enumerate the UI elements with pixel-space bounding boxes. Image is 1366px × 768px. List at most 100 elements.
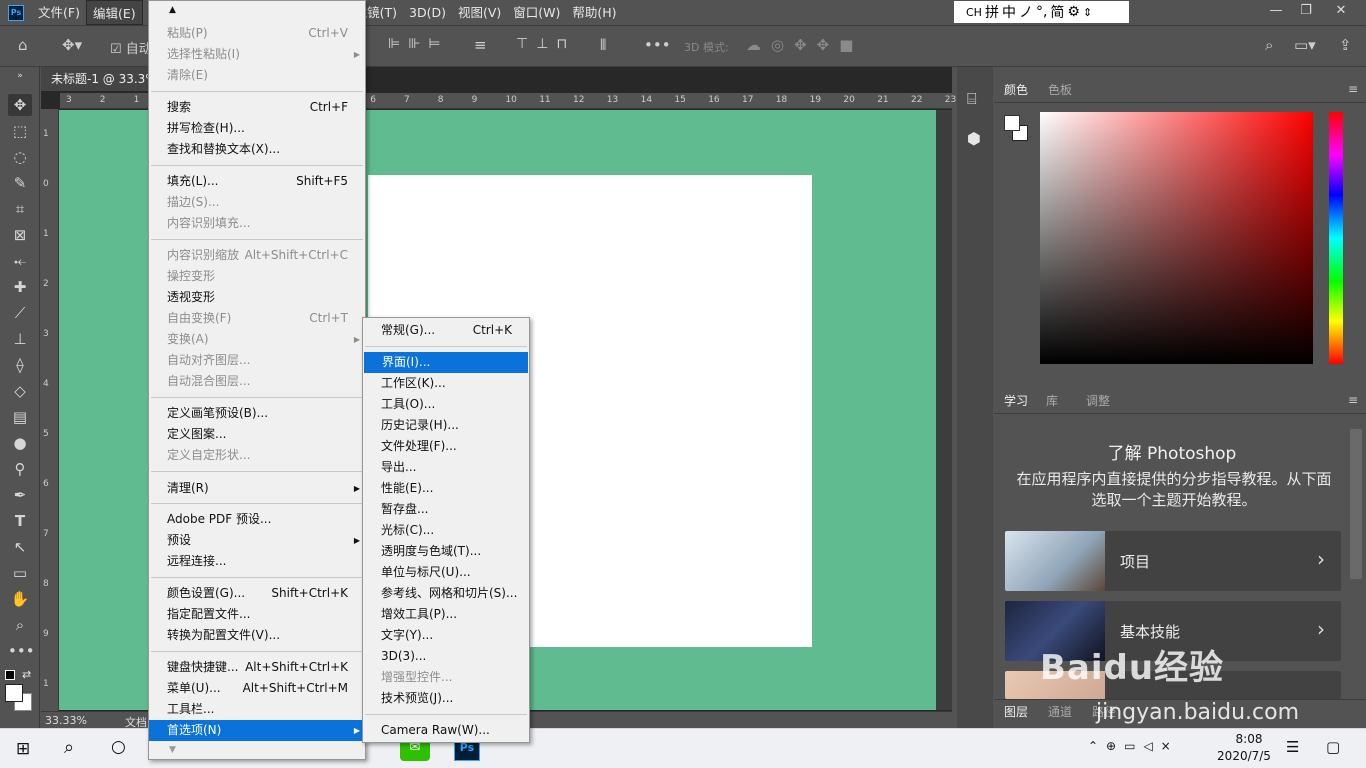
- dodge-tool-icon[interactable]: ⚲: [8, 458, 32, 480]
- preferences-item[interactable]: 透明度与色域(T)...: [363, 541, 529, 562]
- edit-menu-item[interactable]: 透视变形: [149, 287, 365, 308]
- preferences-item[interactable]: 常规(G)... Ctrl+K: [363, 320, 529, 341]
- edit-menu-item[interactable]: 菜单(U)... Alt+Shift+Ctrl+M: [149, 678, 365, 699]
- edit-menu-item[interactable]: Adobe PDF 预设...: [149, 509, 365, 530]
- edit-menu-item[interactable]: 指定配置文件...: [149, 604, 365, 625]
- eyedropper-tool-icon[interactable]: ⤝: [8, 250, 32, 272]
- eraser-tool-icon[interactable]: ◇: [8, 380, 32, 402]
- auto-select-checkbox[interactable]: ☑ 自动: [110, 38, 152, 57]
- task-view-icon[interactable]: ○: [111, 737, 126, 757]
- preferences-item[interactable]: 暂存盘...: [363, 499, 529, 520]
- ime-ch[interactable]: CH: [966, 6, 982, 19]
- move-tool-icon[interactable]: ✥: [8, 94, 32, 116]
- menu-help[interactable]: 帮助(H): [566, 0, 622, 25]
- ime-simplified[interactable]: 简: [1050, 2, 1064, 22]
- more-options-icon[interactable]: •••: [644, 36, 671, 54]
- preferences-item[interactable]: 文件处理(F)...: [363, 436, 529, 457]
- hand-tool-icon[interactable]: ✋: [8, 588, 32, 610]
- stamp-tool-icon[interactable]: ⊥: [8, 328, 32, 350]
- preferences-item[interactable]: 历史记录(H)...: [363, 415, 529, 436]
- quick-select-tool-icon[interactable]: ✎: [8, 172, 32, 194]
- menu-edit[interactable]: 编辑(E): [85, 0, 143, 25]
- action-center-icon[interactable]: ▢: [1326, 738, 1340, 756]
- edit-menu-item[interactable]: 预设 ▶: [149, 530, 365, 551]
- tab-layers[interactable]: 图层: [994, 700, 1039, 724]
- tab-color[interactable]: 颜色: [994, 78, 1039, 102]
- panel-menu-icon[interactable]: ≡: [1348, 393, 1358, 407]
- preferences-item[interactable]: Camera Raw(W)...: [363, 720, 529, 741]
- tab-swatches[interactable]: 色板: [1038, 78, 1082, 102]
- align-icons[interactable]: ⊫⊪⊨: [388, 36, 449, 52]
- align-vertical-icons[interactable]: ⊤⊥⊓: [516, 36, 575, 52]
- preferences-item[interactable]: 参考线、网格和切片(S)...: [363, 583, 529, 604]
- healing-tool-icon[interactable]: ✚: [8, 276, 32, 298]
- ime-chinese[interactable]: 中: [1002, 2, 1016, 22]
- preferences-item[interactable]: 界面(I)...: [364, 352, 528, 373]
- panel-menu-icon[interactable]: ≡: [1348, 82, 1358, 96]
- edit-menu-item[interactable]: 远程连接...: [149, 551, 365, 572]
- collapse-toolbox-icon[interactable]: »: [8, 71, 32, 81]
- preferences-item[interactable]: 文字(Y)...: [363, 625, 529, 646]
- menu-3d[interactable]: 3D(D): [403, 0, 452, 25]
- search-icon[interactable]: ⌕: [1265, 36, 1273, 54]
- preferences-item[interactable]: 技术预览(J)...: [363, 688, 529, 709]
- notes-icon[interactable]: ☰: [1286, 738, 1299, 756]
- home-icon[interactable]: ⌂: [18, 36, 28, 54]
- brush-tool-icon[interactable]: ⟋: [8, 302, 32, 324]
- shape-tool-icon[interactable]: ▭: [8, 562, 32, 584]
- preferences-item[interactable]: 增效工具(P)...: [363, 604, 529, 625]
- edit-menu-item[interactable]: 填充(L)... Shift+F5: [149, 171, 365, 192]
- marquee-tool-icon[interactable]: ⬚: [8, 120, 32, 142]
- vertical-scrollbar[interactable]: [936, 110, 952, 710]
- windows-start-icon[interactable]: ⊞: [16, 739, 30, 759]
- taskbar-search-icon[interactable]: ⌕: [64, 737, 74, 758]
- gradient-tool-icon[interactable]: ▤: [8, 406, 32, 428]
- distribute-h-icon[interactable]: ⫴: [600, 36, 606, 54]
- restore-icon[interactable]: ❐: [1289, 0, 1323, 22]
- ime-settings-icon[interactable]: ⚙: [1067, 4, 1080, 20]
- tab-libraries[interactable]: 库: [1036, 389, 1068, 413]
- zoom-level[interactable]: 33.33%: [45, 714, 87, 727]
- lasso-tool-icon[interactable]: ◌: [8, 146, 32, 168]
- preferences-item[interactable]: 导出...: [363, 457, 529, 478]
- menu-file[interactable]: 文件(F): [32, 0, 86, 25]
- more-tools-icon[interactable]: •••: [8, 640, 35, 662]
- foreground-color-swatch[interactable]: [5, 684, 23, 702]
- 3d-mode-icons[interactable]: ☁◎✥✥■: [746, 36, 863, 54]
- crop-tool-icon[interactable]: ⌗: [8, 198, 32, 220]
- scroll-down-arrow-icon[interactable]: ▼: [169, 745, 176, 755]
- blur-tool-icon[interactable]: ●: [8, 432, 32, 454]
- edit-menu-item[interactable]: 查找和替换文本(X)...: [149, 139, 365, 160]
- edit-menu-item[interactable]: 拼写检查(H)...: [149, 118, 365, 139]
- edit-menu-item[interactable]: 颜色设置(G)... Shift+Ctrl+K: [149, 583, 365, 604]
- edit-menu-item[interactable]: 键盘快捷键... Alt+Shift+Ctrl+K: [149, 657, 365, 678]
- preferences-item[interactable]: 3D(3)...: [363, 646, 529, 667]
- edit-menu-item[interactable]: 搜索 Ctrl+F: [149, 97, 365, 118]
- pen-tool-icon[interactable]: ✒: [8, 484, 32, 506]
- edit-menu-item[interactable]: 定义图案...: [149, 424, 365, 445]
- scroll-up-arrow-icon[interactable]: ▲: [169, 5, 176, 15]
- menu-window[interactable]: 窗口(W): [507, 0, 566, 25]
- ime-punct[interactable]: °,: [1036, 4, 1047, 20]
- distribute-icon[interactable]: ≡: [474, 36, 487, 54]
- edit-menu-item[interactable]: 定义画笔预设(B)...: [149, 403, 365, 424]
- ime-expand-icon[interactable]: ⇕: [1083, 6, 1092, 19]
- tab-learn[interactable]: 学习: [994, 389, 1039, 413]
- move-tool-preset-icon[interactable]: ✥▾: [62, 36, 82, 54]
- edit-menu-item[interactable]: 清理(R) ▶: [149, 478, 365, 499]
- edit-menu-item[interactable]: 转换为配置文件(V)...: [149, 625, 365, 646]
- document-tab[interactable]: 未标题-1 @ 33.3%: [41, 67, 161, 91]
- learn-card-projects[interactable]: 项目 ›: [1005, 531, 1341, 591]
- learn-scrollbar[interactable]: [1350, 429, 1362, 579]
- edit-menu-item[interactable]: 首选项(N) ▶: [149, 720, 365, 741]
- history-brush-tool-icon[interactable]: ⟠: [8, 354, 32, 376]
- type-tool-icon[interactable]: T: [8, 510, 32, 532]
- tray-icons[interactable]: ⌃⊕▭◁×: [1088, 739, 1179, 753]
- path-select-tool-icon[interactable]: ↖: [8, 536, 32, 558]
- share-icon[interactable]: ⇪: [1339, 36, 1352, 54]
- workspace-icon[interactable]: ▭▾: [1294, 36, 1316, 54]
- menu-view[interactable]: 视图(V): [452, 0, 507, 25]
- color-field[interactable]: [1040, 112, 1313, 364]
- preferences-item[interactable]: 工具(O)...: [363, 394, 529, 415]
- tab-adjustments[interactable]: 调整: [1076, 389, 1120, 413]
